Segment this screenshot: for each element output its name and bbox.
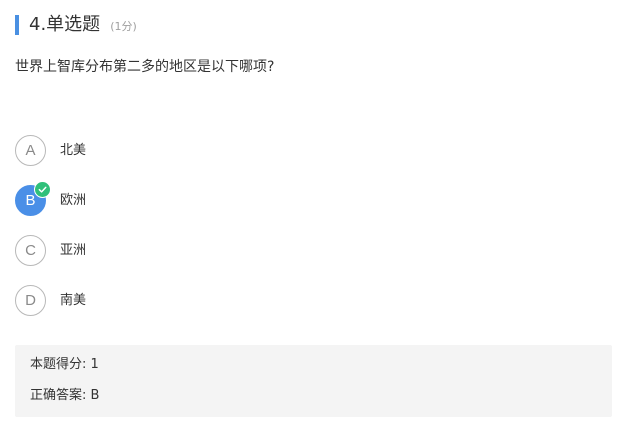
option-c[interactable]: C 亚洲 xyxy=(15,235,595,266)
question-header: 4.单选题 (1分) xyxy=(15,14,137,36)
score-label: 本题得分: xyxy=(30,357,87,372)
option-d-circle[interactable]: D xyxy=(15,285,46,316)
options-list: A 北美 B 欧洲 C 亚洲 D 南美 xyxy=(15,135,595,335)
question-score: (1分) xyxy=(110,20,137,33)
option-b-circle[interactable]: B xyxy=(15,181,51,216)
option-d-label: 南美 xyxy=(60,292,87,308)
option-d[interactable]: D 南美 xyxy=(15,285,595,316)
answer-row: 正确答案: B xyxy=(30,387,99,405)
question-stem: 世界上智库分布第二多的地区是以下哪项? xyxy=(15,59,275,75)
check-icon xyxy=(34,181,51,198)
option-a[interactable]: A 北美 xyxy=(15,135,595,166)
answer-label: 正确答案: xyxy=(30,388,87,403)
option-b-letter: B xyxy=(25,192,36,209)
option-a-letter: A xyxy=(25,142,36,159)
option-d-letter: D xyxy=(25,292,36,309)
option-c-letter: C xyxy=(25,242,36,259)
score-row: 本题得分: 1 xyxy=(30,356,99,374)
score-value: 1 xyxy=(90,357,99,372)
answer-value: B xyxy=(90,388,100,403)
option-c-circle[interactable]: C xyxy=(15,235,46,266)
option-a-circle[interactable]: A xyxy=(15,135,46,166)
option-a-label: 北美 xyxy=(60,142,87,158)
result-panel: 本题得分: 1 正确答案: B xyxy=(15,345,612,417)
option-b[interactable]: B 欧洲 xyxy=(15,181,595,216)
option-b-label: 欧洲 xyxy=(60,192,87,208)
option-c-label: 亚洲 xyxy=(60,242,87,258)
accent-bar xyxy=(15,15,19,35)
question-title: 4.单选题 xyxy=(29,14,101,35)
